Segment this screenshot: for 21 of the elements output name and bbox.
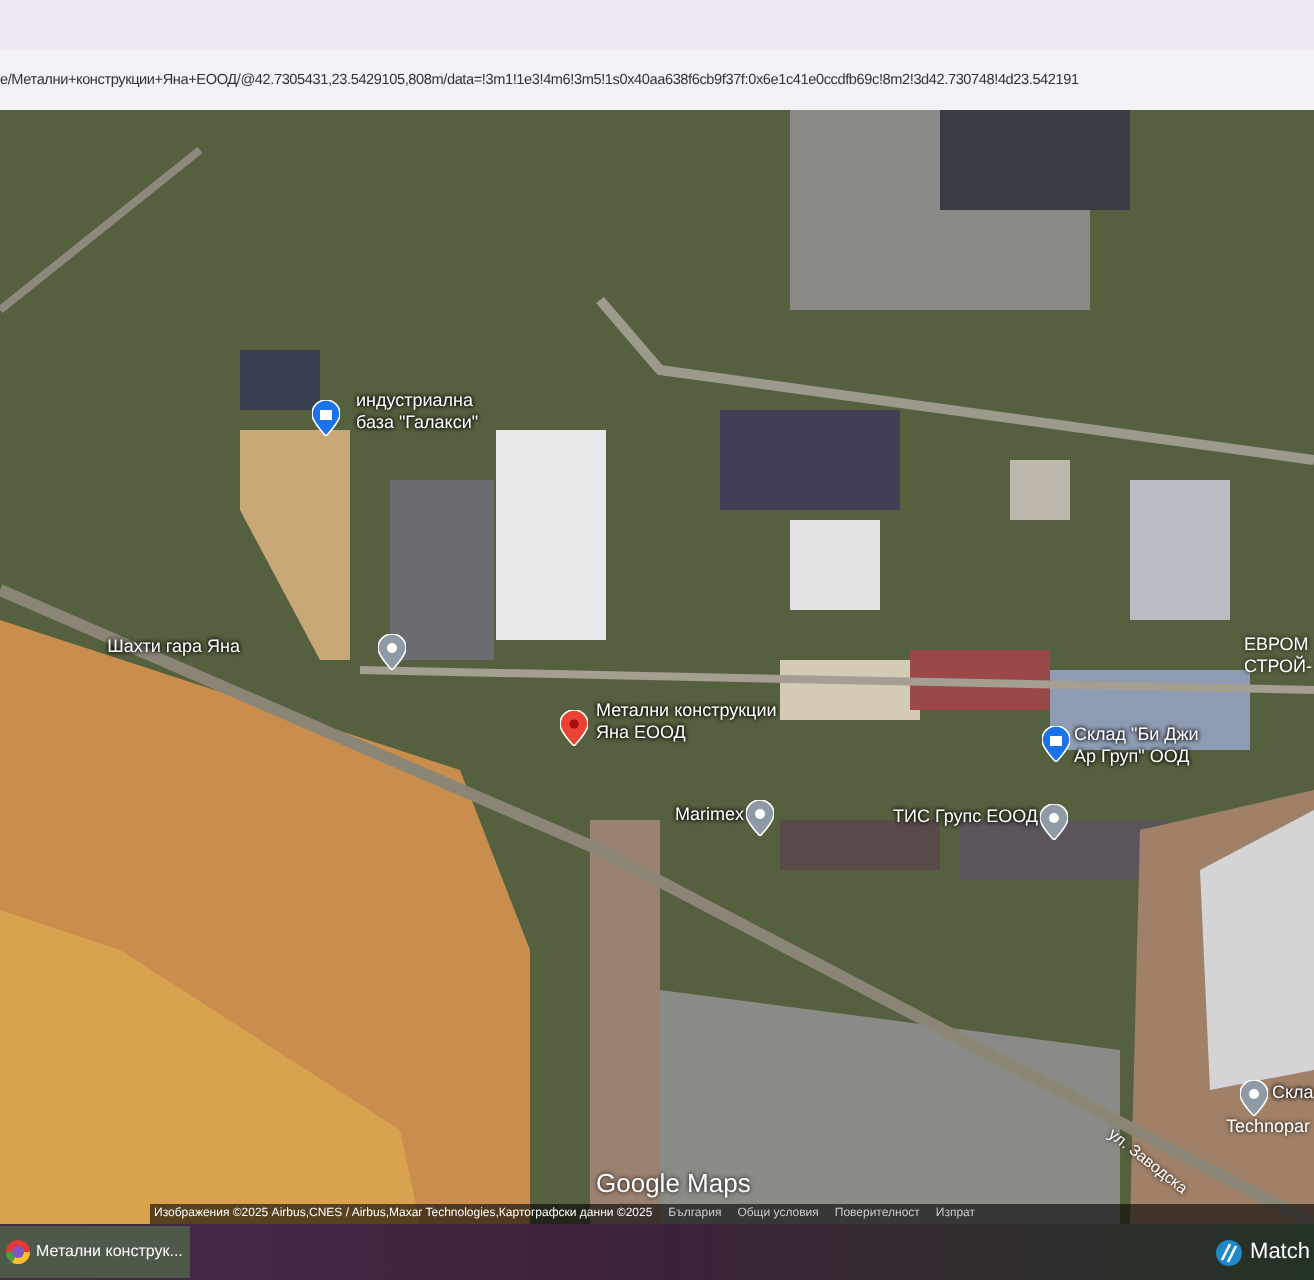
location-pin-icon[interactable] xyxy=(1240,1080,1268,1116)
browser-logo-icon xyxy=(6,1240,30,1264)
shopping-bag-pin-icon[interactable] xyxy=(1042,726,1070,762)
place-label[interactable]: Склад "Би Джи Ар Груп" ООД xyxy=(1074,724,1199,768)
place-label[interactable]: индустриална база "Галакси" xyxy=(356,390,479,434)
location-pin-icon[interactable] xyxy=(746,800,774,836)
shopping-bag-pin-icon[interactable] xyxy=(312,400,340,436)
tray-app-label[interactable]: Match xyxy=(1250,1235,1310,1269)
area-label: Technopar xyxy=(1226,1116,1311,1138)
place-label[interactable]: ТИС Групс ЕООД xyxy=(892,806,1038,828)
place-label[interactable]: Marimex xyxy=(674,804,744,826)
location-pin-icon[interactable] xyxy=(378,634,406,670)
area-label: ЕВРОМ СТРОЙ- xyxy=(1244,634,1312,678)
place-label[interactable]: Метални конструкции Яна ЕООД xyxy=(596,700,777,744)
app-logo-icon xyxy=(1216,1239,1243,1265)
selected-location-pin-icon[interactable] xyxy=(560,710,588,746)
map-brand-logo: Google Maps xyxy=(596,1170,751,1198)
location-pin-icon[interactable] xyxy=(1040,804,1068,840)
taskbar-window-button[interactable]: Метални конструк... xyxy=(0,1226,190,1278)
place-label[interactable]: Скла xyxy=(1272,1082,1314,1104)
place-label[interactable]: Шахти гара Яна xyxy=(107,636,240,658)
